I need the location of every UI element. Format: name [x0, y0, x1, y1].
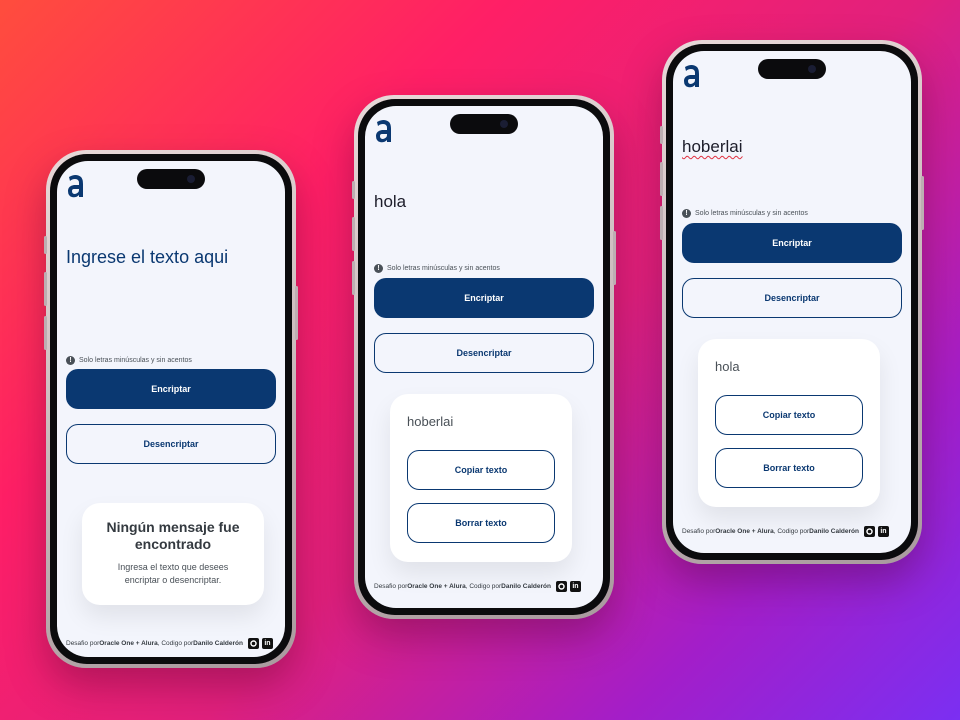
footer-prefix: Desafio por — [374, 583, 408, 590]
screen-2: hola ! Solo letras minúsculas y sin acen… — [365, 106, 603, 608]
hint-text: Solo letras minúsculas y sin acentos — [79, 357, 192, 364]
footer-prefix: Desafio por — [682, 528, 716, 535]
screen-3: hoberlai ! Solo letras minúsculas y sin … — [673, 51, 911, 553]
info-icon: ! — [374, 264, 383, 273]
background: { "colors": {"primary":"#0a3871","screen… — [0, 0, 960, 720]
text-input[interactable]: hoberlai — [682, 137, 743, 157]
empty-subtitle: Ingresa el texto que desees encriptar o … — [117, 562, 229, 585]
decrypt-button[interactable]: Desencriptar — [682, 278, 902, 318]
alura-logo-icon — [68, 175, 83, 198]
clear-button[interactable]: Borrar texto — [407, 503, 555, 543]
footer-org: Oracle One + Alura — [407, 583, 466, 590]
footer: Desafio por Oracle One + Alura , Codigo … — [682, 526, 889, 537]
text-input[interactable]: Ingrese el texto aqui — [66, 247, 228, 268]
footer: Desafio por Oracle One + Alura , Codigo … — [66, 638, 273, 649]
linkedin-icon[interactable]: in — [877, 526, 889, 537]
alura-logo-icon — [376, 120, 391, 143]
screen-1: Ingrese el texto aqui ! Solo letras minú… — [57, 161, 285, 657]
github-icon[interactable] — [555, 581, 567, 592]
encrypt-button[interactable]: Encriptar — [374, 278, 594, 318]
footer-org: Oracle One + Alura — [99, 640, 158, 647]
hint: ! Solo letras minúsculas y sin acentos — [66, 356, 192, 365]
footer-author: Danilo Calderón — [809, 528, 859, 535]
footer-mid: , Codigo por — [773, 528, 810, 535]
github-icon[interactable] — [247, 638, 259, 649]
footer-mid: , Codigo por — [465, 583, 502, 590]
decrypt-button[interactable]: Desencriptar — [66, 424, 276, 464]
footer-author: Danilo Calderón — [193, 640, 243, 647]
copy-button[interactable]: Copiar texto — [715, 395, 863, 435]
info-icon: ! — [66, 356, 75, 365]
footer-org: Oracle One + Alura — [715, 528, 774, 535]
output-text: hola — [715, 359, 740, 374]
footer-author: Danilo Calderón — [501, 583, 551, 590]
footer: Desafio por Oracle One + Alura , Codigo … — [374, 581, 581, 592]
linkedin-icon[interactable]: in — [569, 581, 581, 592]
phone-1: Ingrese el texto aqui ! Solo letras minú… — [44, 150, 298, 668]
footer-prefix: Desafio por — [66, 640, 100, 647]
decrypt-button[interactable]: Desencriptar — [374, 333, 594, 373]
dynamic-island — [137, 169, 205, 189]
linkedin-icon[interactable]: in — [261, 638, 273, 649]
phone-2: hola ! Solo letras minúsculas y sin acen… — [352, 95, 616, 619]
alura-logo-icon — [684, 65, 699, 88]
github-icon[interactable] — [863, 526, 875, 537]
empty-title: Ningún mensaje fue encontrado — [106, 519, 240, 552]
hint: ! Solo letras minúsculas y sin acentos — [682, 209, 808, 218]
copy-button[interactable]: Copiar texto — [407, 450, 555, 490]
phone-3: hoberlai ! Solo letras minúsculas y sin … — [660, 40, 924, 564]
info-icon: ! — [682, 209, 691, 218]
hint: ! Solo letras minúsculas y sin acentos — [374, 264, 500, 273]
output-card: Ningún mensaje fue encontrado Ingresa el… — [82, 503, 264, 605]
output-card: hoberlai Copiar texto Borrar texto — [390, 394, 572, 562]
footer-mid: , Codigo por — [157, 640, 194, 647]
dynamic-island — [450, 114, 518, 134]
dynamic-island — [758, 59, 826, 79]
output-card: hola Copiar texto Borrar texto — [698, 339, 880, 507]
encrypt-button[interactable]: Encriptar — [682, 223, 902, 263]
hint-text: Solo letras minúsculas y sin acentos — [387, 265, 500, 272]
encrypt-button[interactable]: Encriptar — [66, 369, 276, 409]
text-input[interactable]: hola — [374, 192, 406, 212]
output-text: hoberlai — [407, 414, 454, 429]
hint-text: Solo letras minúsculas y sin acentos — [695, 210, 808, 217]
clear-button[interactable]: Borrar texto — [715, 448, 863, 488]
